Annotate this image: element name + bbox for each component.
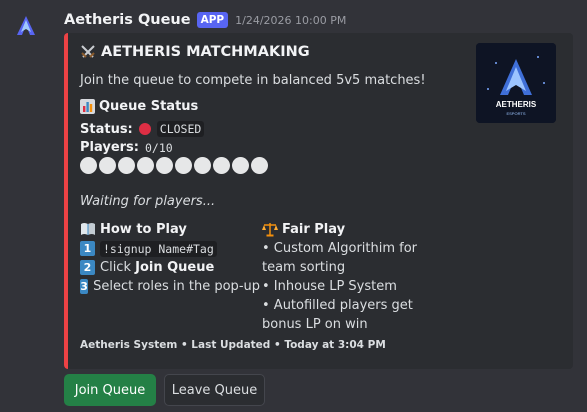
fair-play-item: • Custom Algorithim for team sorting — [262, 241, 418, 275]
player-slot-icon — [99, 157, 116, 174]
waiting-text: Waiting for players... — [80, 194, 216, 209]
join-queue-button[interactable]: Join Queue — [64, 374, 156, 406]
leave-queue-button[interactable]: Leave Queue — [164, 374, 265, 406]
bot-avatar[interactable] — [12, 12, 40, 40]
message-header: Aetheris Queue APP 1/24/2026 10:00 PM — [64, 10, 346, 30]
player-slot-icon — [194, 157, 211, 174]
step-3-text: Select roles in the pop-up — [93, 279, 260, 294]
fair-play-item: • Inhouse LP System — [262, 279, 397, 294]
open-book-icon — [80, 222, 96, 236]
keycap-2-icon: 2 — [80, 260, 95, 275]
matchmaking-embed: AETHERIS ESPORTS AETHERIS MATCHMAKING Jo… — [64, 33, 573, 369]
queue-status-label: Queue Status — [99, 99, 199, 114]
player-slots — [80, 157, 270, 174]
embed-description: Join the queue to compete in balanced 5v… — [80, 73, 426, 88]
player-slot-icon — [80, 157, 97, 174]
crossed-swords-icon — [80, 44, 96, 60]
player-slot-icon — [118, 157, 135, 174]
keycap-1-icon: 1 — [80, 241, 95, 256]
player-slot-icon — [213, 157, 230, 174]
queue-status-heading: Queue Status — [80, 99, 198, 114]
fair-play-item: • Autofilled players get bonus LP on win — [262, 298, 413, 332]
players-count: 0/10 — [145, 140, 173, 155]
embed-accent-bar — [64, 33, 68, 369]
embed-title: AETHERIS MATCHMAKING — [80, 44, 310, 60]
thumbnail-title: AETHERIS — [496, 100, 537, 109]
embed-footer: Aetheris System • Last Updated • Today a… — [80, 339, 386, 351]
app-badge: APP — [196, 12, 229, 28]
message-timestamp[interactable]: 1/24/2026 10:00 PM — [235, 14, 346, 27]
balance-scale-icon — [262, 222, 278, 237]
status-line: Status: CLOSED — [80, 121, 205, 137]
player-slot-icon — [137, 157, 154, 174]
step-2: 2 Click Join Queue — [80, 258, 260, 277]
how-to-play-field: How to Play 1 !signup Name#Tag 2 Click J… — [80, 219, 260, 296]
status-label: Status: — [80, 121, 133, 137]
red-circle-icon — [138, 123, 151, 135]
how-to-play-label: How to Play — [100, 221, 187, 237]
bot-username[interactable]: Aetheris Queue — [64, 12, 191, 28]
step-2-prefix: Click — [100, 260, 136, 275]
bar-chart-icon — [80, 99, 95, 114]
step-2-bold: Join Queue — [135, 260, 215, 275]
aetheris-logo-icon — [17, 16, 35, 35]
step-3: 3 Select roles in the pop-up — [80, 277, 260, 296]
fair-play-label: Fair Play — [282, 221, 346, 237]
fair-play-title: Fair Play — [262, 219, 454, 239]
player-slot-icon — [175, 157, 192, 174]
keycap-3-icon: 3 — [80, 279, 89, 294]
status-value: CLOSED — [156, 121, 205, 137]
step-1: 1 !signup Name#Tag — [80, 239, 260, 258]
fair-play-field: Fair Play • Custom Algorithim for team s… — [262, 219, 454, 334]
player-slot-icon — [232, 157, 249, 174]
signup-command: !signup Name#Tag — [100, 240, 217, 257]
how-to-play-title: How to Play — [80, 219, 260, 239]
embed-thumbnail[interactable]: AETHERIS ESPORTS — [476, 43, 556, 123]
player-slot-icon — [156, 157, 173, 174]
players-line: Players: 0/10 — [80, 140, 173, 155]
player-slot-icon — [251, 157, 268, 174]
thumbnail-subtitle: ESPORTS — [506, 111, 525, 116]
players-label: Players: — [80, 140, 139, 155]
embed-title-text: AETHERIS MATCHMAKING — [101, 44, 310, 60]
